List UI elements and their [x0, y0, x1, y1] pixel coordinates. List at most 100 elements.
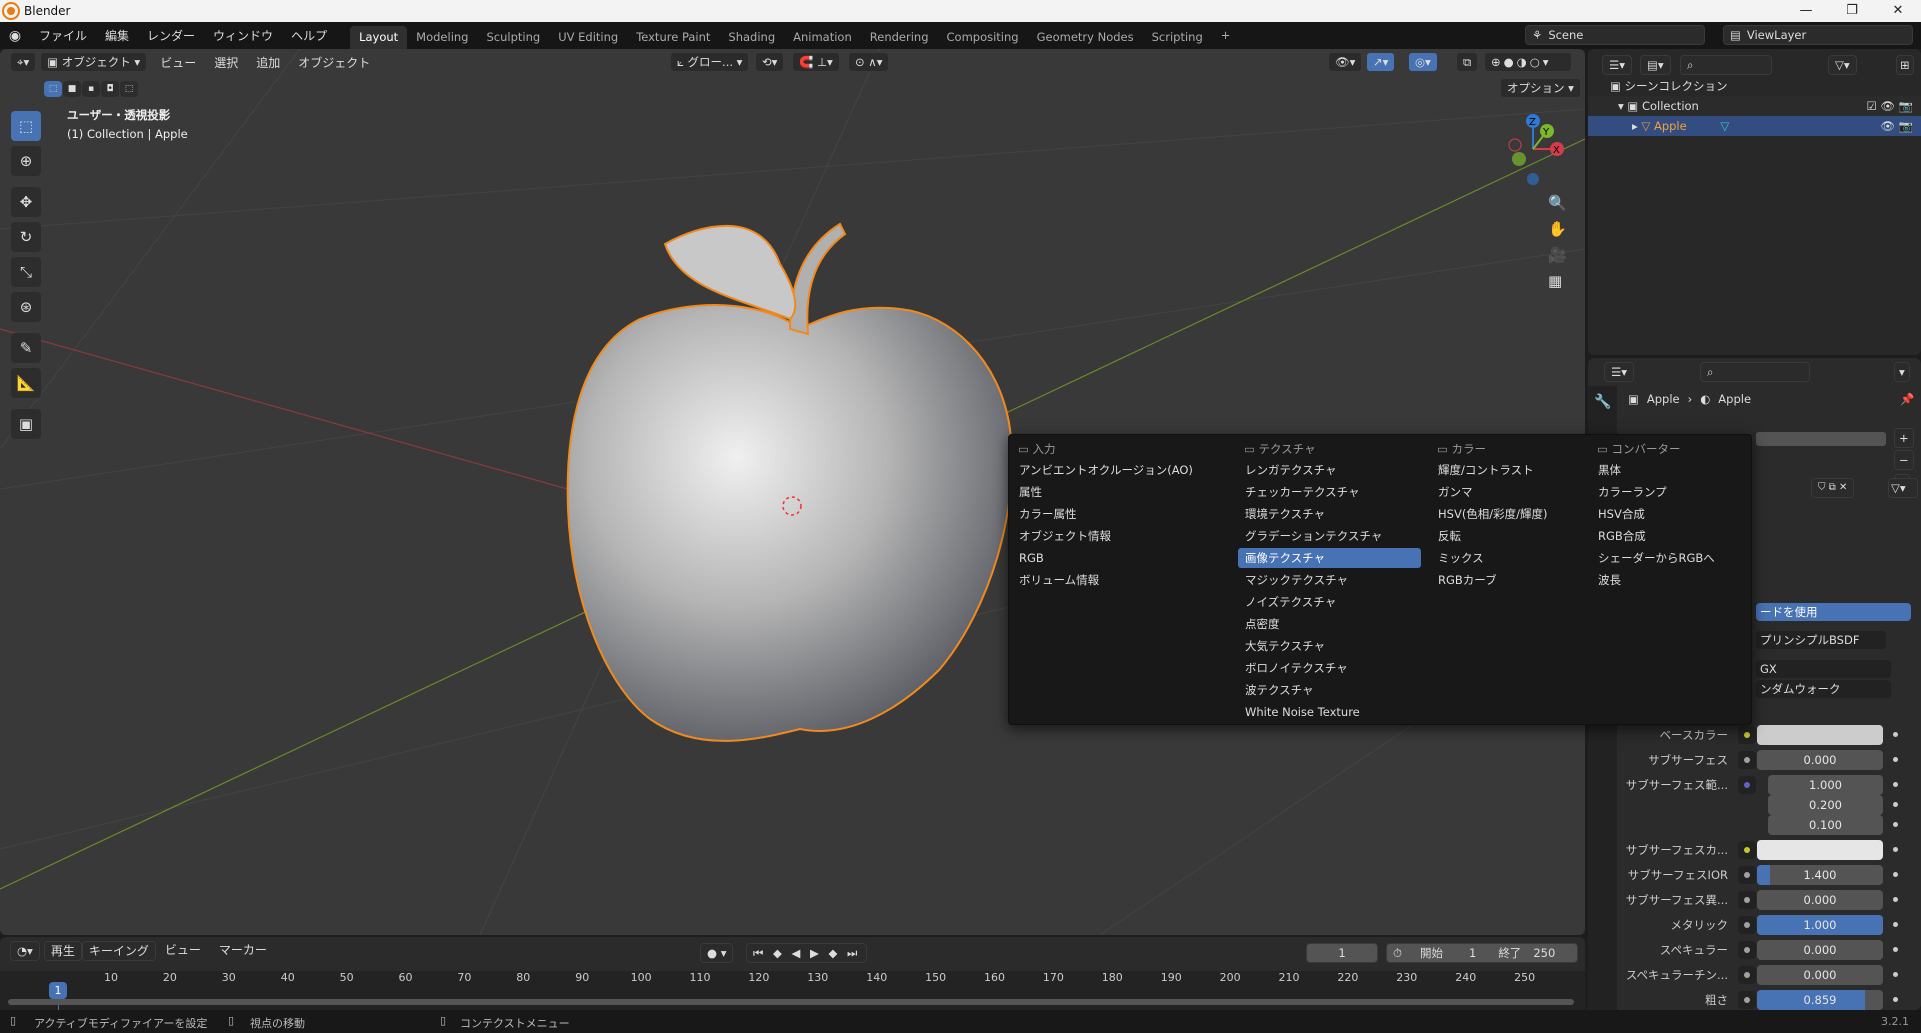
menu-item[interactable]: シェーダーからRGBへ [1591, 548, 1741, 568]
auto-keying-button[interactable]: ● ▾ [700, 943, 734, 963]
menu-item[interactable]: 点密度 [1238, 614, 1421, 634]
timeline-scrollbar[interactable] [8, 999, 1574, 1005]
menu-item[interactable]: 黒体 [1591, 460, 1741, 480]
editor-type-button[interactable]: ⌖▾ [10, 52, 37, 72]
stopwatch-icon[interactable]: ⏱ [1393, 944, 1402, 962]
zoom-icon[interactable]: 🔍 [1548, 194, 1567, 212]
properties-options[interactable]: ▾ [1894, 362, 1910, 382]
select-subtract-icon[interactable]: ▪ [82, 81, 100, 97]
value-slider[interactable]: 0.859 [1757, 990, 1883, 1010]
vector-component[interactable]: 0.200 [1768, 795, 1883, 815]
outliner-search[interactable]: ⌕ [1680, 55, 1772, 75]
menu-2[interactable]: レンダー [138, 27, 204, 44]
scene-selector[interactable]: ⚘ Scene [1525, 25, 1705, 45]
mode-selector[interactable]: ▣ オブジェクト ▾ [40, 52, 148, 72]
menu-item[interactable]: HSV合成 [1591, 504, 1741, 524]
keyframe-dot[interactable] [1893, 822, 1898, 827]
cursor-tool-icon[interactable]: ⊕ [11, 146, 41, 176]
new-collection-button[interactable]: ⊞ [1896, 55, 1914, 75]
menu-item[interactable]: White Noise Texture [1238, 702, 1421, 722]
menu-item[interactable]: レンガテクスチャ [1238, 460, 1421, 480]
menu-item[interactable]: カラー属性 [1012, 504, 1162, 524]
material-actions[interactable]: ⛉ ⧉ ✕ [1811, 478, 1855, 498]
timeline-menu-0[interactable]: 再生 [43, 941, 82, 961]
measure-tool-icon[interactable]: 📐 [11, 368, 41, 398]
value-slider[interactable]: 0.000 [1757, 965, 1883, 985]
viewport-menu-2[interactable]: 追加 [247, 54, 289, 71]
gizmo-toggle[interactable]: ↗▾ [1366, 52, 1396, 72]
keyframe-dot[interactable] [1893, 997, 1898, 1002]
menu-item[interactable]: アンビエントオクルージョン(AO) [1012, 460, 1193, 480]
annotate-tool-icon[interactable]: ✎ [11, 333, 41, 363]
subsurface-method-dropdown[interactable]: ンダムウォーク [1756, 680, 1891, 698]
menu-item[interactable]: ガンマ [1431, 482, 1581, 502]
menu-item[interactable]: チェッカーテクスチャ [1238, 482, 1421, 502]
viewport-menu-3[interactable]: オブジェクト [289, 54, 379, 71]
timeline-menu-2[interactable]: ビュー [156, 941, 210, 961]
menu-0[interactable]: ファイル [30, 27, 96, 44]
outliner-display-mode[interactable]: ☰▾ [1602, 55, 1633, 75]
vector-component[interactable]: 0.100 [1768, 815, 1883, 835]
select-extend-icon[interactable]: ■ [63, 81, 81, 97]
keyframe-dot[interactable] [1893, 922, 1898, 927]
menu-item[interactable]: 画像テクスチャ [1238, 548, 1421, 568]
camera-view-icon[interactable]: 🎥 [1548, 246, 1567, 264]
pivot-point-button[interactable]: ⟲▾ [755, 52, 785, 72]
mesh-data-icon[interactable]: ▽ [1720, 119, 1729, 133]
menu-item[interactable]: オブジェクト情報 [1012, 526, 1162, 546]
current-frame-indicator[interactable]: 1 [49, 982, 67, 999]
menu-item[interactable]: RGB合成 [1591, 526, 1741, 546]
keyframe-dot[interactable] [1893, 782, 1898, 787]
transform-tool-icon[interactable]: ⊛ [11, 292, 41, 322]
input-socket[interactable] [1738, 866, 1756, 884]
input-socket[interactable] [1738, 991, 1756, 1009]
menu-item[interactable]: カラーランプ [1591, 482, 1741, 502]
menu-item[interactable]: ボロノイテクスチャ [1238, 658, 1421, 678]
transform-orientation[interactable]: ⟀ グロー... ▾ [670, 52, 750, 72]
current-frame-field[interactable]: 1 [1306, 943, 1378, 963]
shading-mode-buttons[interactable]: ⊕●◑○▾ [1484, 52, 1572, 72]
collection-row[interactable]: ▾ ▣ Collection ☑ 👁 📷 [1588, 96, 1921, 116]
collection-visibility-icons[interactable]: ☑ 👁 📷 [1866, 96, 1913, 116]
blender-menu-icon[interactable]: ◉ [0, 28, 30, 44]
viewport-menu-1[interactable]: 選択 [205, 54, 247, 71]
menu-item[interactable]: 属性 [1012, 482, 1162, 502]
end-frame-field[interactable]: 250 [1533, 944, 1555, 962]
menu-item[interactable]: RGB [1012, 548, 1162, 568]
input-socket[interactable] [1738, 726, 1756, 744]
value-slider[interactable]: 0.000 [1757, 890, 1883, 910]
overlay-toggle[interactable]: ◎▾ [1408, 52, 1438, 72]
snap-button[interactable]: 🧲 ⊥▾ [792, 52, 840, 72]
maximize-button[interactable]: ❐ [1829, 0, 1875, 22]
keyframe-dot[interactable] [1893, 947, 1898, 952]
color-swatch[interactable] [1757, 840, 1883, 860]
keyframe-dot[interactable] [1893, 732, 1898, 737]
value-slider[interactable]: 1.000 [1757, 915, 1883, 935]
menu-item[interactable]: 波テクスチャ [1238, 680, 1421, 700]
tab-layout[interactable]: Layout [350, 26, 408, 49]
keyframe-dot[interactable] [1893, 972, 1898, 977]
menu-item[interactable]: グラデーションテクスチャ [1238, 526, 1421, 546]
properties-search[interactable]: ⌕ [1700, 362, 1810, 382]
input-socket[interactable] [1738, 966, 1756, 984]
menu-item[interactable]: 波長 [1591, 570, 1741, 590]
menu-item[interactable]: マジックテクスチャ [1238, 570, 1421, 590]
value-slider[interactable]: 0.000 [1757, 750, 1883, 770]
visibility-button[interactable]: 👁▾ [1328, 52, 1363, 72]
keyframe-dot[interactable] [1893, 757, 1898, 762]
input-socket[interactable] [1738, 841, 1756, 859]
frame-ruler[interactable]: 1 10 20 30 40 50 60 70 80 90 100 110 120 130 140 150 160… [0, 971, 1585, 1013]
tool-tab-icon[interactable]: 🔧 [1588, 386, 1617, 418]
distribution-dropdown[interactable]: GX [1756, 660, 1891, 678]
select-box-tool-icon[interactable]: ⬚ [11, 111, 41, 141]
add-slot-button[interactable]: + [1894, 428, 1914, 448]
menu-1[interactable]: 編集 [96, 27, 138, 44]
input-socket[interactable] [1738, 916, 1756, 934]
menu-item[interactable]: 反転 [1431, 526, 1581, 546]
input-socket[interactable] [1738, 891, 1756, 909]
tab-modeling[interactable]: Modeling [407, 26, 477, 49]
surface-shader-field[interactable]: プリンシプルBSDF [1756, 631, 1886, 649]
scale-tool-icon[interactable]: ⤡ [11, 257, 41, 287]
input-socket[interactable] [1738, 776, 1756, 794]
pan-hand-icon[interactable]: ✋ [1548, 220, 1567, 238]
